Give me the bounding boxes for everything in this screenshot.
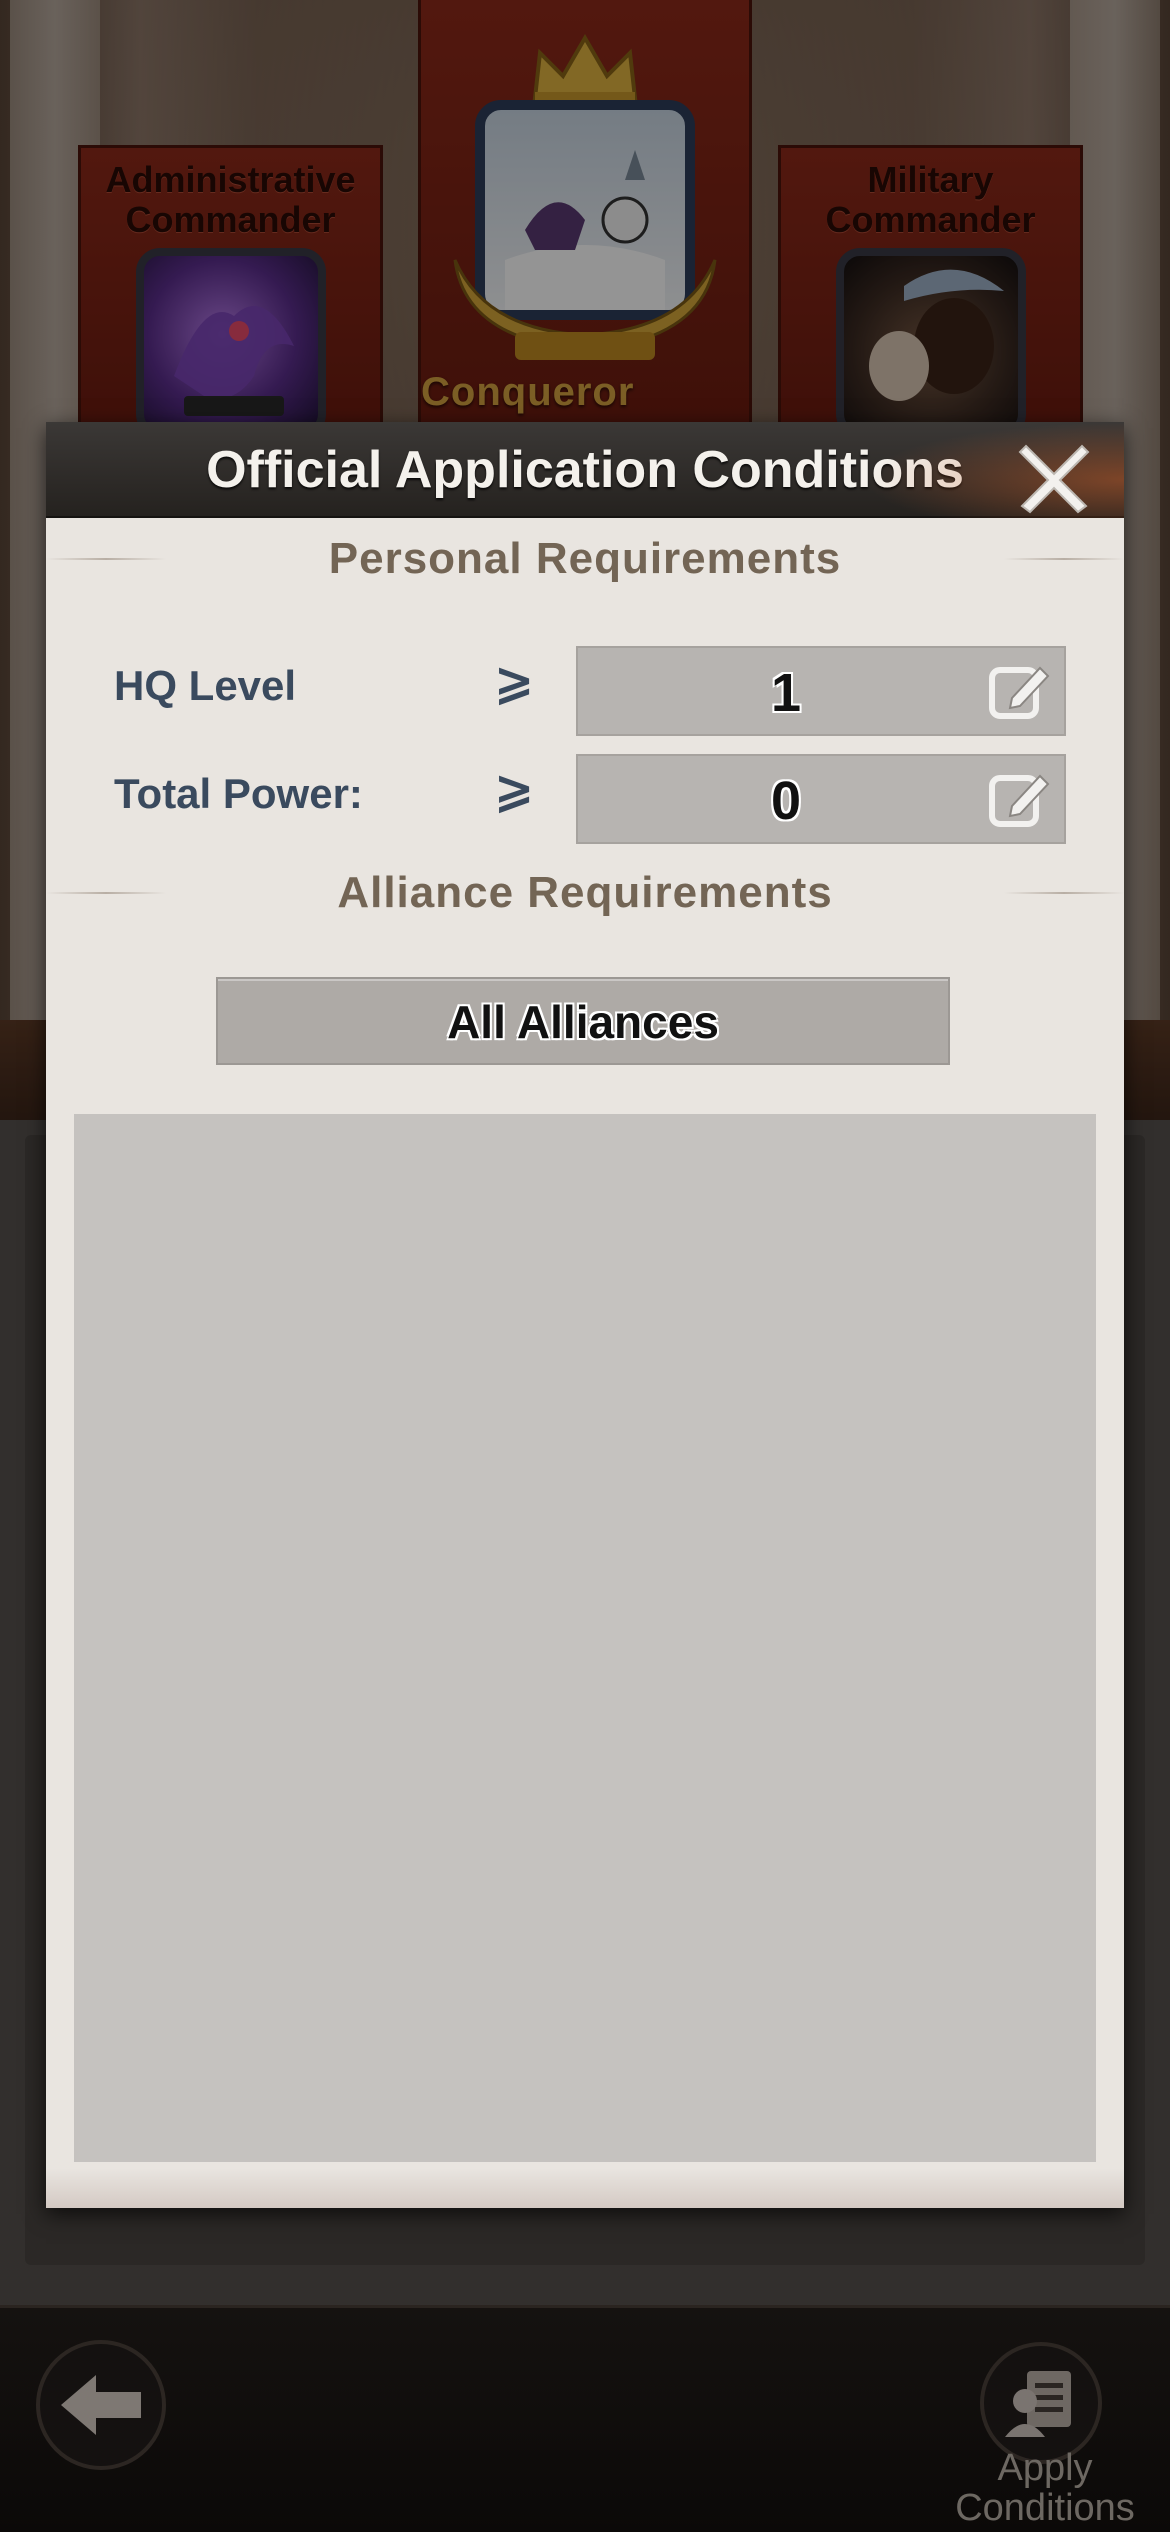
total-power-label: Total Power: bbox=[114, 770, 363, 817]
alliance-list-area[interactable] bbox=[74, 1114, 1096, 2162]
greater-equal-symbol: ⩾ bbox=[494, 764, 535, 817]
apply-conditions-button[interactable] bbox=[980, 2342, 1102, 2464]
apply-label-line2: Conditions bbox=[955, 2487, 1135, 2529]
modal-title: Official Application Conditions bbox=[206, 441, 964, 499]
application-conditions-modal: Official Application Conditions Personal… bbox=[46, 422, 1124, 2208]
alliance-selector[interactable]: All Alliances bbox=[216, 977, 950, 1065]
divider-line bbox=[46, 558, 166, 560]
close-button[interactable] bbox=[1016, 438, 1092, 514]
divider-line bbox=[1004, 558, 1124, 560]
apply-conditions-label: Apply Conditions bbox=[930, 2448, 1160, 2528]
greater-equal-symbol: ⩾ bbox=[494, 656, 535, 709]
section-title: Alliance Requirements bbox=[337, 868, 833, 917]
edit-icon[interactable] bbox=[986, 660, 1052, 726]
alliance-selector-value: All Alliances bbox=[447, 996, 719, 1048]
hq-level-field[interactable]: 1 bbox=[576, 646, 1066, 736]
total-power-field[interactable]: 0 bbox=[576, 754, 1066, 844]
back-arrow-icon bbox=[61, 2375, 141, 2435]
total-power-value: 0 bbox=[770, 771, 802, 831]
alliance-requirements-heading: Alliance Requirements bbox=[46, 868, 1124, 918]
apply-label-line1: Apply bbox=[997, 2447, 1093, 2489]
modal-torn-edge bbox=[46, 2168, 1124, 2208]
divider-line bbox=[1004, 892, 1124, 894]
edit-icon[interactable] bbox=[986, 768, 1052, 834]
divider-line bbox=[46, 892, 166, 894]
apply-document-user-icon bbox=[1005, 2371, 1071, 2437]
close-x-icon bbox=[1018, 444, 1090, 514]
section-title: Personal Requirements bbox=[328, 534, 842, 583]
hq-level-label: HQ Level bbox=[114, 662, 297, 709]
back-button[interactable] bbox=[36, 2340, 166, 2470]
personal-requirements-heading: Personal Requirements bbox=[46, 534, 1124, 584]
modal-header: Official Application Conditions bbox=[46, 422, 1124, 518]
hq-level-value: 1 bbox=[770, 663, 802, 723]
